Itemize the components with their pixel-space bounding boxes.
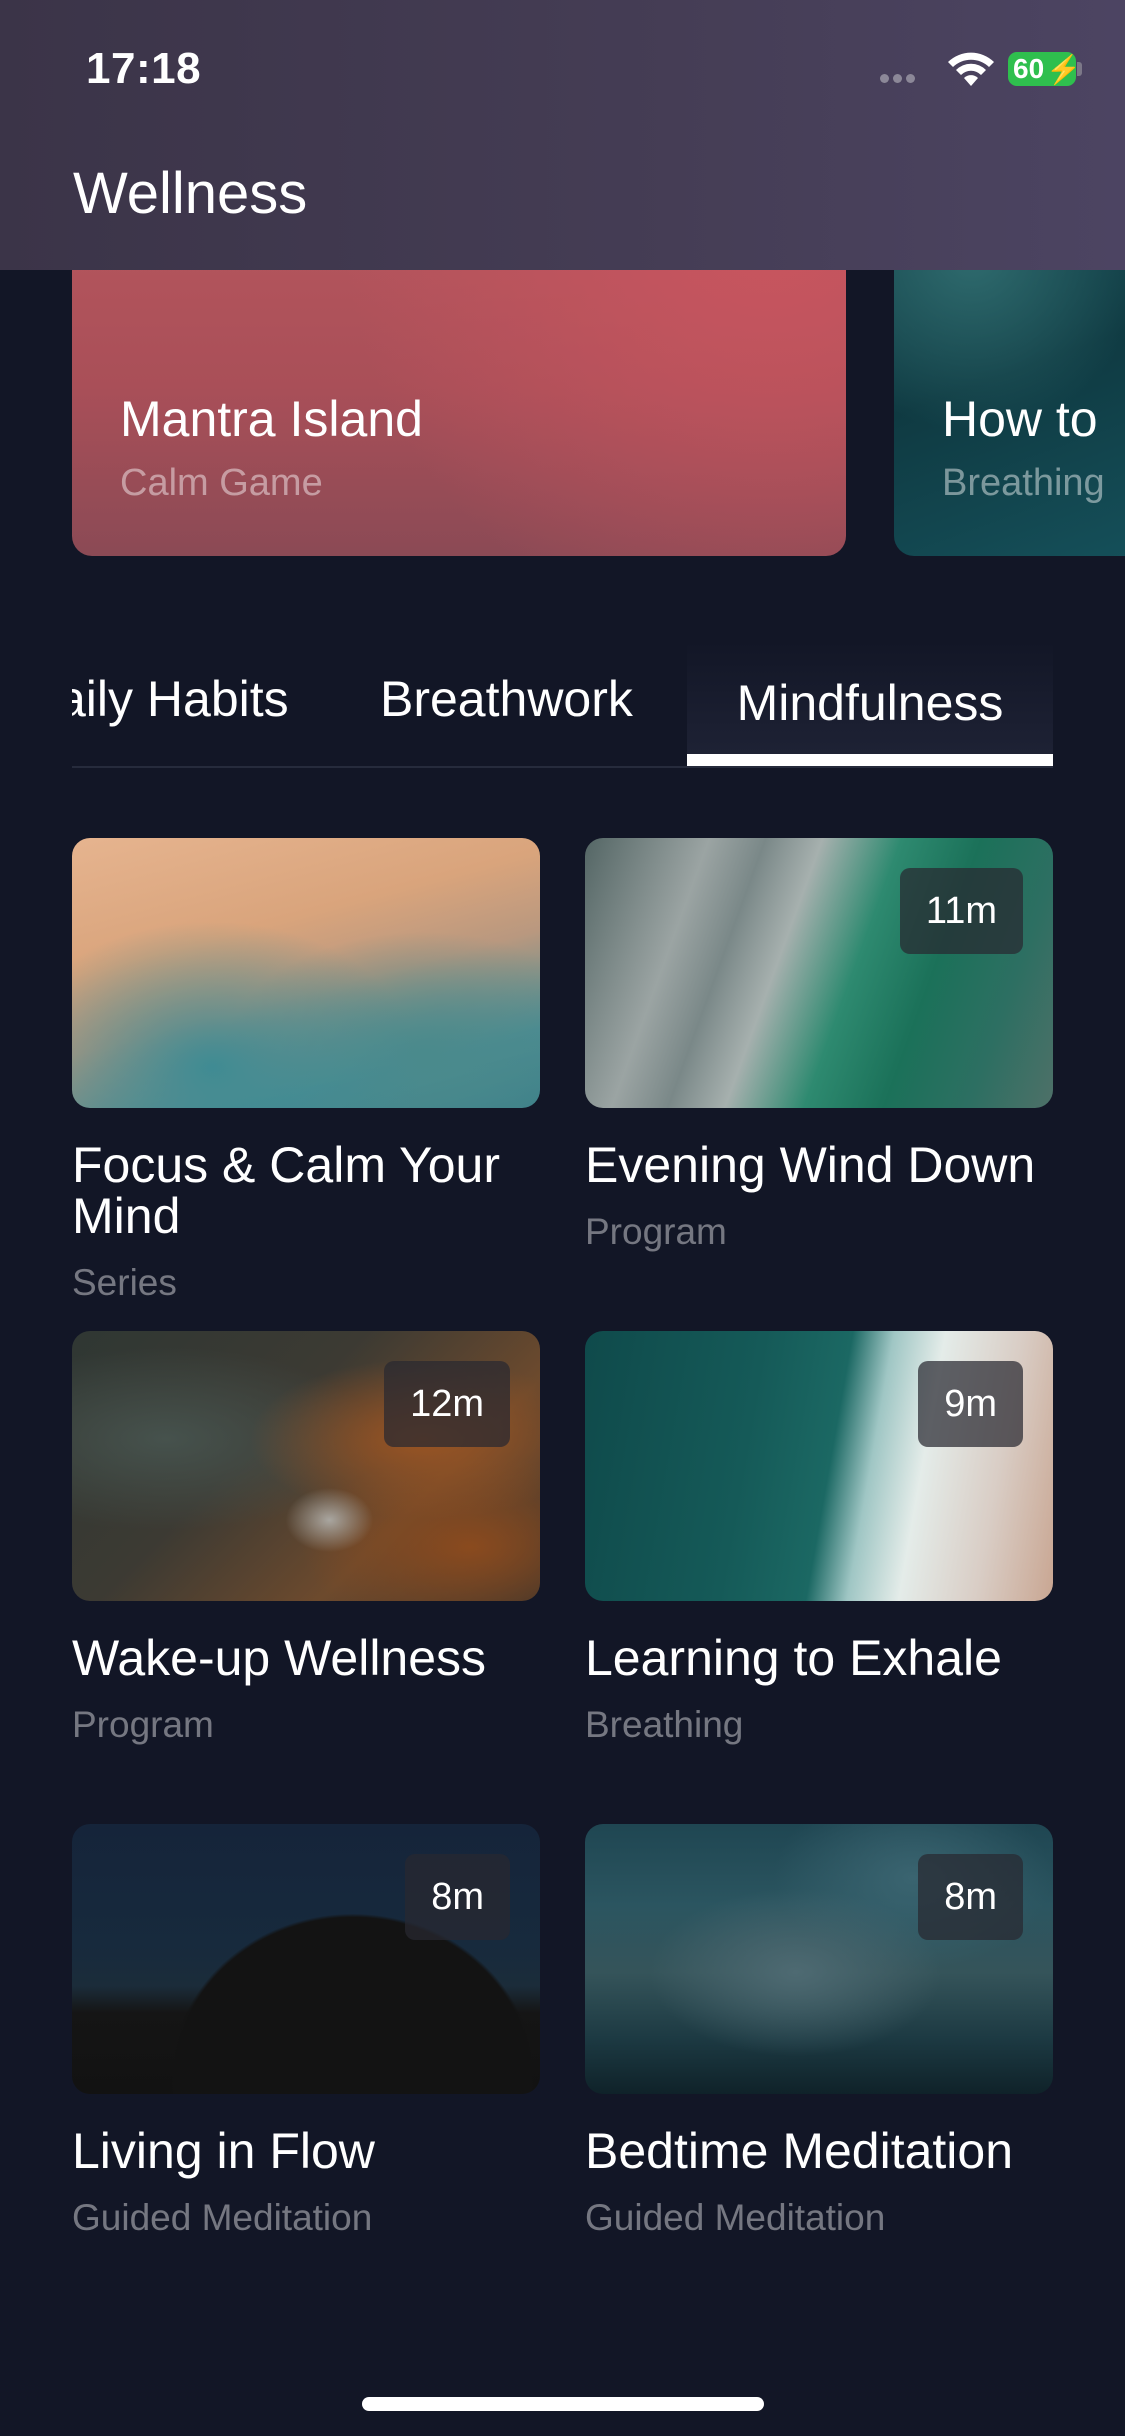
duration-badge: 8m (405, 1854, 510, 1940)
card-thumbnail: 8m (72, 1824, 540, 2094)
battery-tip (1077, 62, 1082, 76)
content-card[interactable]: 11m Evening Wind Down Program (585, 838, 1053, 1253)
battery-icon: 60 ⚡ (1008, 52, 1081, 86)
tab-daily-habits[interactable]: aily Habits (72, 670, 289, 728)
wifi-icon (948, 52, 994, 86)
card-title: Living in Flow (72, 2123, 375, 2179)
card-thumbnail: 8m (585, 1824, 1053, 2094)
card-title: Learning to Exhale (585, 1630, 1002, 1686)
card-title: Focus & Calm Your Mind (72, 1137, 500, 1244)
card-subtitle: Program (585, 1211, 727, 1252)
battery-level: 60 (1013, 53, 1045, 84)
card-subtitle: Series (72, 1262, 177, 1303)
card-thumbnail: 11m (585, 838, 1053, 1108)
page-title: Wellness (73, 161, 308, 226)
featured-title: Mantra Island (120, 391, 423, 447)
duration-badge: 12m (384, 1361, 510, 1447)
featured-subtitle: Calm Game (120, 462, 323, 504)
home-indicator[interactable] (362, 2397, 764, 2411)
card-subtitle: Breathing (585, 1704, 744, 1745)
duration-badge: 8m (918, 1854, 1023, 1940)
content-card[interactable]: 8m Living in Flow Guided Meditation (72, 1824, 540, 2239)
header: 17:18 60 ⚡ Wellness (0, 0, 1125, 270)
content-card[interactable]: 8m Bedtime Meditation Guided Meditation (585, 1824, 1053, 2239)
category-tabs: aily Habits Breathwork Mindfulness (72, 640, 1053, 768)
card-title: Bedtime Meditation (585, 2123, 1014, 2179)
card-subtitle: Guided Meditation (585, 2197, 886, 2238)
card-subtitle: Guided Meditation (72, 2197, 373, 2238)
charging-bolt-icon: ⚡ (1046, 53, 1082, 85)
tab-label: Mindfulness (736, 675, 1004, 731)
content-card[interactable]: Focus & Calm Your Mind Series (72, 838, 540, 1304)
card-thumbnail: 9m (585, 1331, 1053, 1601)
tab-mindfulness[interactable]: Mindfulness (687, 640, 1053, 766)
content-card[interactable]: 12m Wake-up Wellness Program (72, 1331, 540, 1746)
card-thumbnail (72, 838, 540, 1108)
featured-title: How to (942, 391, 1098, 447)
featured-subtitle: Breathing (942, 462, 1105, 504)
status-time: 17:18 (86, 44, 202, 93)
card-title: Evening Wind Down (585, 1137, 1036, 1193)
card-subtitle: Program (72, 1704, 214, 1745)
content-card[interactable]: 9m Learning to Exhale Breathing (585, 1331, 1053, 1746)
card-thumbnail: 12m (72, 1331, 540, 1601)
signal-dots-icon (880, 70, 920, 83)
card-title: Wake-up Wellness (72, 1630, 487, 1686)
tab-selected-indicator (687, 754, 1053, 766)
duration-badge: 9m (918, 1361, 1023, 1447)
tab-breathwork[interactable]: Breathwork (380, 670, 633, 728)
duration-badge: 11m (899, 868, 1023, 954)
